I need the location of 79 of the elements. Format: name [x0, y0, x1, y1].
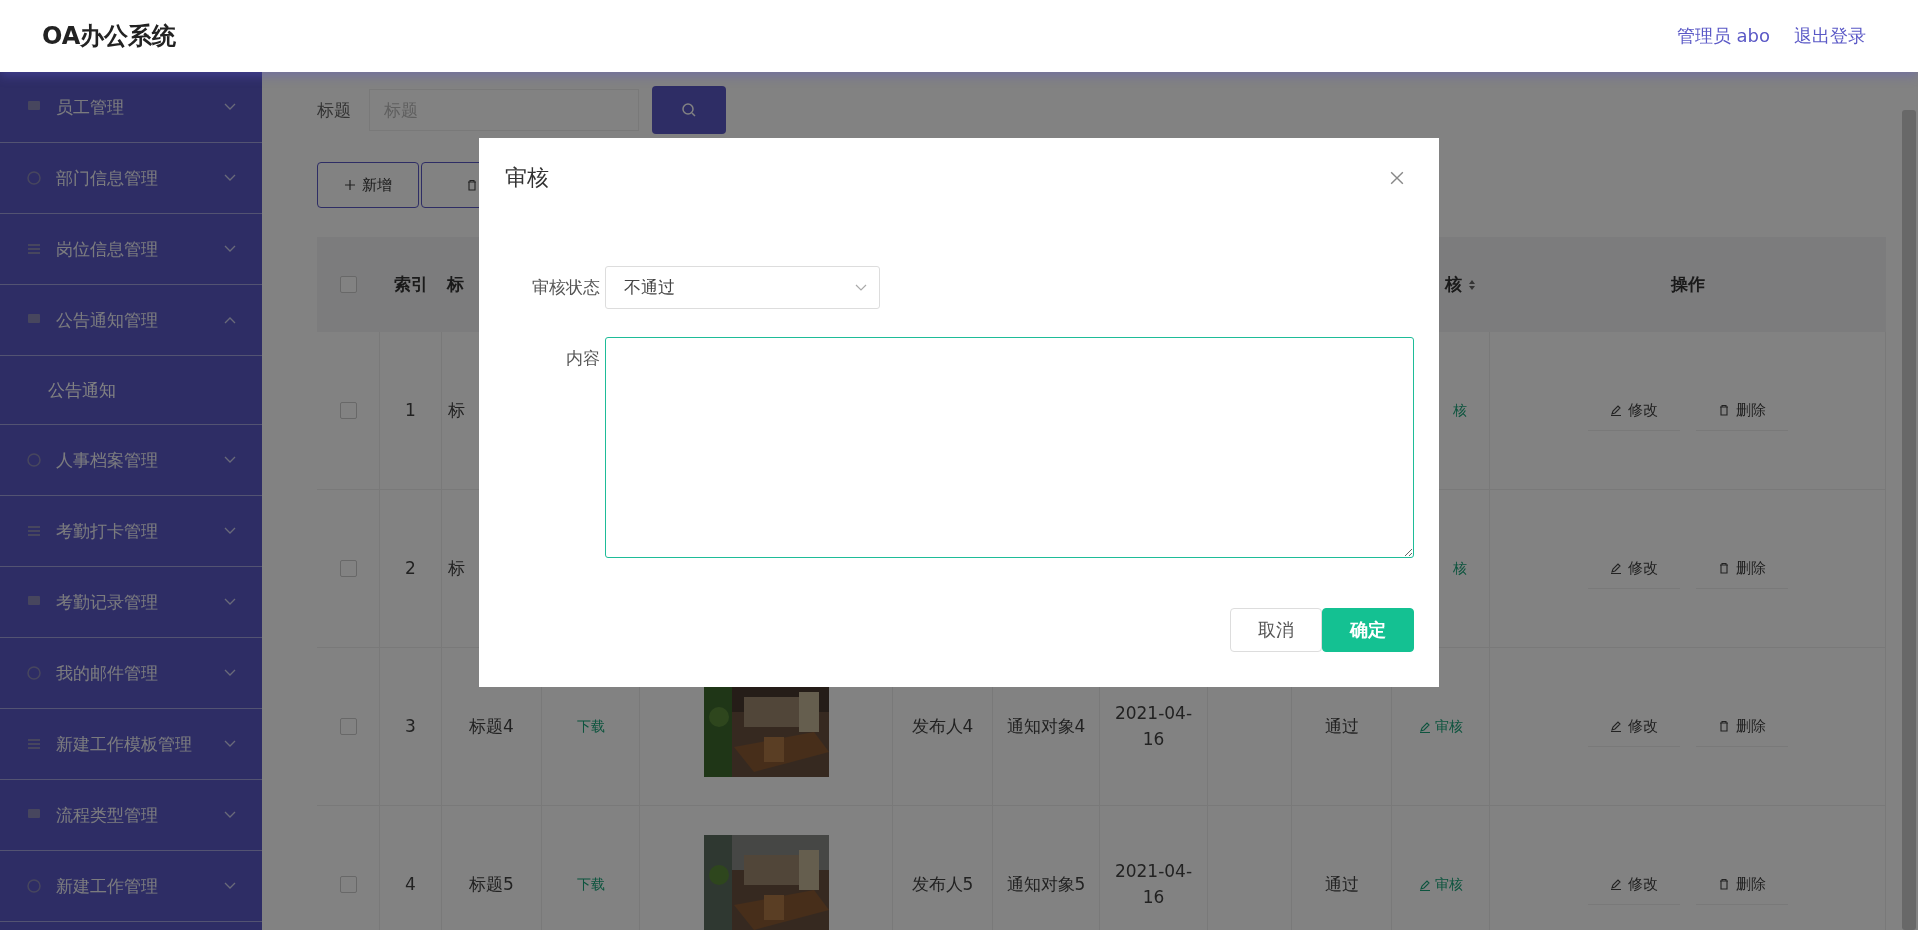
logout-link[interactable]: 退出登录 — [1794, 24, 1866, 48]
dialog-title: 审核 — [505, 164, 549, 192]
table-cell-text: 发布人4 — [910, 714, 975, 738]
search-button[interactable] — [652, 86, 726, 134]
table-cell-text: 4 — [404, 872, 417, 896]
chevron-icon — [224, 456, 236, 464]
review-link[interactable]: 审核 — [1418, 717, 1463, 736]
sort-icon[interactable] — [1468, 278, 1476, 291]
table-cell-text: 通知对象5 — [1005, 872, 1087, 896]
pencil-icon — [1609, 404, 1622, 416]
table-cell-text: 标题5 — [468, 872, 515, 896]
pencil-icon — [1609, 562, 1622, 574]
pencil-icon — [1609, 720, 1622, 732]
table-cell-text: 通过 — [1323, 872, 1360, 896]
checkbox[interactable] — [339, 718, 357, 735]
chevron-icon — [224, 811, 236, 819]
plus-icon — [344, 179, 356, 191]
review-link[interactable]: 核 — [1453, 401, 1467, 420]
close-icon[interactable] — [1390, 171, 1404, 185]
trash-icon — [466, 179, 478, 191]
chevron-icon — [224, 245, 236, 253]
chevron-icon — [224, 669, 236, 677]
search-icon — [681, 102, 697, 118]
pencil-icon — [1609, 878, 1622, 890]
download-link[interactable]: 下载 — [576, 717, 605, 736]
chevron-icon — [224, 316, 236, 324]
table-cell-text: 1 — [404, 398, 417, 422]
pencil-icon — [1418, 878, 1431, 891]
scrollbar[interactable] — [1902, 110, 1916, 930]
chevron-icon — [224, 598, 236, 606]
column-header: 索引 — [394, 273, 428, 296]
menu-icon — [26, 452, 42, 468]
column-header: 操作 — [1671, 273, 1705, 296]
table-cell-text: 发布人5 — [910, 872, 975, 896]
chevron-icon — [224, 527, 236, 535]
trash-icon — [1717, 562, 1730, 574]
trash-icon — [1717, 404, 1730, 416]
menu-icon — [26, 878, 42, 894]
user-name[interactable]: 管理员 abo — [1676, 24, 1770, 48]
checkbox[interactable] — [339, 560, 357, 577]
chevron-icon — [224, 740, 236, 748]
table-cell-text: 通知对象4 — [1005, 714, 1087, 738]
column-header: 标 — [447, 273, 464, 296]
pencil-icon — [1418, 720, 1431, 733]
table-cell-text: 通过 — [1323, 714, 1360, 738]
menu-icon — [26, 241, 42, 257]
search-label: 标题 — [317, 98, 352, 122]
menu-icon — [26, 523, 42, 539]
chevron-icon — [224, 882, 236, 890]
app-title: OA办公系统 — [42, 21, 177, 52]
table-cell-text: 标题4 — [468, 714, 515, 738]
trash-icon — [1717, 720, 1730, 732]
trash-icon — [1717, 878, 1730, 890]
menu-icon — [26, 736, 42, 752]
checkbox[interactable] — [339, 876, 357, 893]
table-cell-text: 2 — [404, 556, 417, 580]
content-field[interactable] — [605, 337, 1414, 558]
add-button[interactable]: 新增 — [317, 162, 419, 208]
table-cell-text: 3 — [404, 714, 417, 738]
chevron-icon — [224, 174, 236, 182]
table-cell-text: 2021-04-16 — [1113, 702, 1194, 751]
menu-icon — [26, 665, 42, 681]
review-link[interactable]: 核 — [1453, 559, 1467, 578]
checkbox[interactable] — [340, 276, 357, 293]
review-link[interactable]: 审核 — [1418, 875, 1463, 894]
table-cell: 标 — [448, 557, 465, 580]
field-label: 内容 — [565, 347, 601, 370]
confirm-button[interactable]: 确定 — [1322, 608, 1414, 652]
checkbox[interactable] — [339, 402, 357, 419]
menu-icon — [26, 170, 42, 186]
status-select[interactable]: 不通过 — [605, 266, 880, 309]
download-link[interactable]: 下载 — [576, 875, 605, 894]
cancel-button[interactable]: 取消 — [1230, 608, 1322, 652]
field-label: 审核状态 — [531, 276, 601, 299]
chevron-icon — [855, 283, 867, 292]
table-cell: 标 — [448, 399, 465, 422]
table-cell-text: 2021-04-16 — [1113, 860, 1194, 909]
chevron-icon — [224, 103, 236, 111]
column-header: 核 — [1445, 273, 1462, 296]
